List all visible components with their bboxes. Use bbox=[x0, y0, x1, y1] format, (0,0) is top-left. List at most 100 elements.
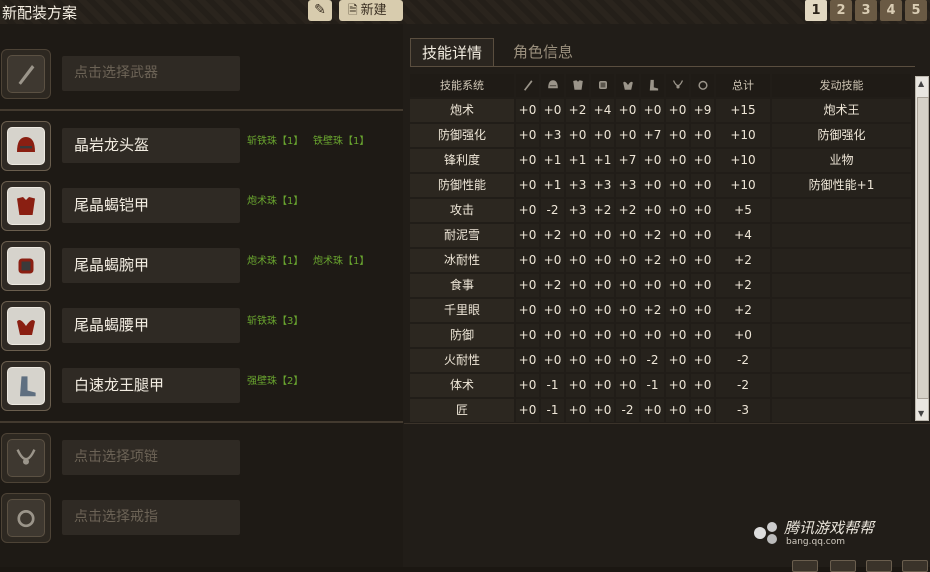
arm-armor-icon bbox=[595, 77, 611, 101]
decoration-label: 强壁珠【2】 bbox=[247, 376, 304, 387]
bottom-button-4[interactable] bbox=[902, 560, 928, 572]
skill-value-cell: +0 bbox=[691, 374, 714, 397]
skill-value-cell: +0 bbox=[641, 274, 664, 297]
necklace-icon bbox=[7, 439, 45, 477]
skill-value-cell: +9 bbox=[691, 99, 714, 122]
slot-icon-2[interactable] bbox=[1, 181, 51, 231]
table-bottom-divider bbox=[404, 423, 930, 424]
skill-value-cell: +0 bbox=[566, 249, 589, 272]
leg-armor-icon bbox=[645, 77, 661, 101]
bottom-button-3[interactable] bbox=[866, 560, 892, 572]
skill-value-cell: +0 bbox=[641, 324, 664, 347]
skill-value-cell: +0 bbox=[516, 124, 539, 147]
skill-value-cell: +1 bbox=[566, 149, 589, 172]
page-button-5[interactable]: 5 bbox=[905, 0, 927, 21]
new-button[interactable]: 🗎 新建 bbox=[339, 0, 403, 21]
skill-name-cell: 锋利度 bbox=[410, 149, 514, 172]
table-row: 攻击 +0 -2 +3 +2 +2 +0 +0 +0 +5 bbox=[410, 199, 913, 223]
table-scrollbar[interactable]: ▲ ▼ bbox=[915, 76, 929, 421]
slot-icon-5[interactable] bbox=[1, 361, 51, 411]
skill-value-cell: +0 bbox=[616, 224, 639, 247]
page-button-4[interactable]: 4 bbox=[880, 0, 902, 21]
activated-skill-cell bbox=[772, 199, 911, 222]
slot-select-button[interactable]: 点击选择戒指 bbox=[62, 500, 240, 535]
column-header-necklace-icon bbox=[666, 74, 689, 97]
slot-equipment-name[interactable]: 白速龙王腿甲 bbox=[62, 368, 240, 403]
skill-name-cell: 炮术 bbox=[410, 99, 514, 122]
waist-armor-icon bbox=[7, 307, 45, 345]
slot-equipment-name[interactable]: 晶岩龙头盔 bbox=[62, 128, 240, 163]
activated-skill-cell bbox=[772, 349, 911, 372]
skill-value-cell: +0 bbox=[516, 224, 539, 247]
ring-icon bbox=[695, 77, 711, 101]
skill-value-cell: +0 bbox=[691, 249, 714, 272]
skill-value-cell: +3 bbox=[566, 199, 589, 222]
tab-skill-details[interactable]: 技能详情 bbox=[410, 38, 494, 66]
skill-value-cell: +0 bbox=[691, 124, 714, 147]
activated-skill-cell: 炮术王 bbox=[772, 99, 911, 122]
skill-value-cell: +0 bbox=[666, 249, 689, 272]
chest-armor-icon bbox=[570, 77, 586, 101]
column-header-total: 总计 bbox=[716, 74, 770, 97]
slot-icon-1[interactable] bbox=[1, 121, 51, 171]
skill-name-cell: 千里眼 bbox=[410, 299, 514, 322]
scroll-up-icon[interactable]: ▲ bbox=[918, 79, 924, 88]
waist-armor-icon bbox=[620, 77, 636, 101]
column-header-waist-armor-icon bbox=[616, 74, 639, 97]
skill-name-cell: 冰耐性 bbox=[410, 249, 514, 272]
skill-value-cell: +3 bbox=[541, 124, 564, 147]
skill-value-cell: -1 bbox=[541, 374, 564, 397]
page-button-3[interactable]: 3 bbox=[855, 0, 877, 21]
skill-value-cell: -1 bbox=[641, 374, 664, 397]
slot-icon-4[interactable] bbox=[1, 301, 51, 351]
scroll-thumb[interactable] bbox=[917, 97, 929, 399]
column-header-skill-system: 技能系统 bbox=[410, 74, 514, 97]
slot-select-button[interactable]: 点击选择武器 bbox=[62, 56, 240, 91]
slot-icon-6[interactable] bbox=[1, 433, 51, 483]
slot-equipment-name[interactable]: 尾晶蝎腰甲 bbox=[62, 308, 240, 343]
skill-name-cell: 防御性能 bbox=[410, 174, 514, 197]
table-row: 防御 +0 +0 +0 +0 +0 +0 +0 +0 +0 bbox=[410, 324, 913, 348]
skill-value-cell: +0 bbox=[616, 99, 639, 122]
slot-icon-0[interactable] bbox=[1, 49, 51, 99]
table-header-row: 技能系统 总计 发动技能 bbox=[410, 74, 913, 98]
slot-select-button[interactable]: 点击选择项链 bbox=[62, 440, 240, 475]
skill-value-cell: +0 bbox=[691, 324, 714, 347]
page-button-1[interactable]: 1 bbox=[805, 0, 827, 21]
weapon-icon bbox=[520, 77, 536, 101]
edit-button[interactable]: ✎ bbox=[308, 0, 332, 21]
helmet-icon bbox=[545, 77, 561, 101]
slot-icon-7[interactable] bbox=[1, 493, 51, 543]
table-row: 匠 +0 -1 +0 +0 -2 +0 +0 +0 -3 bbox=[410, 399, 913, 423]
skill-value-cell: +0 bbox=[616, 274, 639, 297]
skill-total-cell: +15 bbox=[716, 99, 770, 122]
activated-skill-cell bbox=[772, 299, 911, 322]
table-row: 食事 +0 +2 +0 +0 +0 +0 +0 +0 +2 bbox=[410, 274, 913, 298]
skill-value-cell: +0 bbox=[516, 274, 539, 297]
skill-name-cell: 防御强化 bbox=[410, 124, 514, 147]
skill-value-cell: +0 bbox=[691, 399, 714, 422]
skill-value-cell: +2 bbox=[541, 224, 564, 247]
title-bar: 新配装方案 ✎ 🗎 新建 1 2 3 4 5 bbox=[0, 0, 930, 25]
skill-value-cell: +0 bbox=[641, 99, 664, 122]
skill-name-cell: 耐泥雪 bbox=[410, 224, 514, 247]
skill-value-cell: +0 bbox=[566, 124, 589, 147]
slot-equipment-name[interactable]: 尾晶蝎铠甲 bbox=[62, 188, 240, 223]
bottom-button-1[interactable] bbox=[792, 560, 818, 572]
tab-character-info[interactable]: 角色信息 bbox=[508, 38, 578, 66]
slot-icon-3[interactable] bbox=[1, 241, 51, 291]
scroll-down-icon[interactable]: ▼ bbox=[918, 409, 924, 418]
activated-skill-cell bbox=[772, 274, 911, 297]
activated-skill-cell: 防御强化 bbox=[772, 124, 911, 147]
skill-value-cell: +4 bbox=[591, 99, 614, 122]
skill-value-cell: +0 bbox=[666, 99, 689, 122]
skill-value-cell: +2 bbox=[616, 199, 639, 222]
page-title: 新配装方案 bbox=[2, 4, 78, 22]
page-button-2[interactable]: 2 bbox=[830, 0, 852, 21]
skill-value-cell: +1 bbox=[541, 149, 564, 172]
decoration-label: 炮术珠【1】 bbox=[313, 256, 370, 267]
column-header-leg-armor-icon bbox=[641, 74, 664, 97]
bottom-button-2[interactable] bbox=[830, 560, 856, 572]
slot-equipment-name[interactable]: 尾晶蝎腕甲 bbox=[62, 248, 240, 283]
table-row: 锋利度 +0 +1 +1 +1 +7 +0 +0 +0 +10 业物 bbox=[410, 149, 913, 173]
